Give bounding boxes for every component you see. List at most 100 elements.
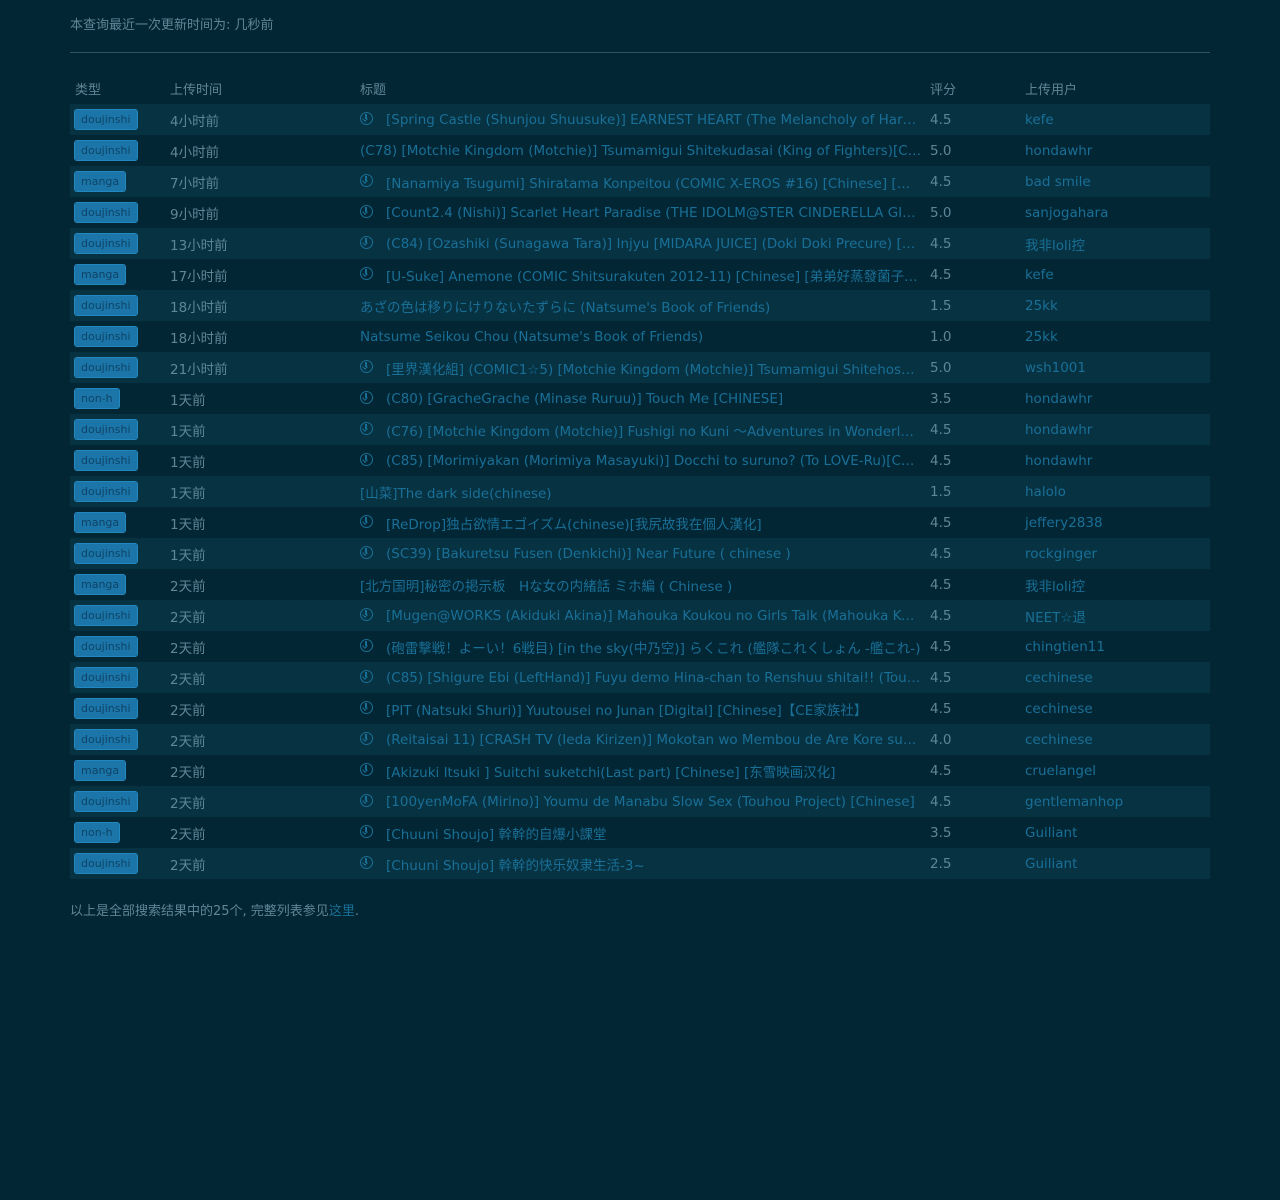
uploader-link[interactable]: Guiliant — [1025, 856, 1077, 872]
title-link[interactable]: あざの色は移りにけりないたずらに (Natsume's Book of Frie… — [360, 296, 770, 316]
download-circle-icon[interactable] — [360, 825, 373, 838]
title-link[interactable]: (C85) [Morimiyakan (Morimiya Masayuki)] … — [386, 453, 921, 469]
uploader-link[interactable]: gentlemanhop — [1025, 794, 1123, 810]
score-cell: 4.5 — [930, 700, 952, 717]
uploader-link[interactable]: cechinese — [1025, 701, 1093, 717]
download-circle-icon[interactable] — [360, 670, 373, 683]
uploader-link[interactable]: rockginger — [1025, 546, 1097, 562]
title-link[interactable]: Natsume Seikou Chou (Natsume's Book of F… — [360, 329, 703, 345]
title-link[interactable]: [Count2.4 (Nishi)] Scarlet Heart Paradis… — [386, 205, 921, 221]
uploader-link[interactable]: NEET☆退 — [1025, 610, 1086, 626]
category-badge[interactable]: doujinshi — [74, 667, 138, 688]
category-badge[interactable]: manga — [73, 171, 127, 192]
title-link[interactable]: (C78) [Motchie Kingdom (Motchie)] Tsumam… — [360, 143, 925, 159]
uploader-link[interactable]: chingtien11 — [1025, 639, 1105, 655]
download-circle-icon[interactable] — [360, 701, 373, 714]
download-circle-icon[interactable] — [360, 112, 373, 125]
full-list-link[interactable]: 这里 — [329, 904, 355, 919]
download-circle-icon[interactable] — [360, 422, 373, 435]
title-link[interactable]: [Chuuni Shoujo] 幹幹的快乐奴隶生活-3~ — [386, 854, 645, 874]
download-circle-icon[interactable] — [360, 732, 373, 745]
category-badge[interactable]: doujinshi — [74, 791, 138, 812]
uploader-link[interactable]: cruelangel — [1025, 763, 1096, 779]
category-badge[interactable]: doujinshi — [74, 109, 138, 130]
uploader-link[interactable]: 25kk — [1025, 298, 1058, 314]
title-link[interactable]: [里界漢化組] (COMIC1☆5) [Motchie Kingdom (Mot… — [386, 358, 921, 378]
title-link[interactable]: (C80) [GracheGrache (Minase Ruruu)] Touc… — [386, 391, 783, 407]
category-badge[interactable]: doujinshi — [74, 357, 138, 378]
uploader-link[interactable]: 我非loli控 — [1025, 579, 1085, 595]
title-link[interactable]: (C76) [Motchie Kingdom (Motchie)] Fushig… — [386, 420, 921, 440]
uploader-link[interactable]: 25kk — [1025, 329, 1058, 345]
uploader-link[interactable]: jeffery2838 — [1025, 515, 1103, 531]
uploader-link[interactable]: hondawhr — [1025, 143, 1092, 159]
uploader-link[interactable]: hondawhr — [1025, 391, 1092, 407]
title-link[interactable]: [Chuuni Shoujo] 幹幹的自爆小課堂 — [386, 823, 606, 843]
uploader-cell: Guiliant — [1020, 848, 1210, 879]
category-badge[interactable]: doujinshi — [74, 543, 138, 564]
title-link[interactable]: [Akizuki Itsuki ] Suitchi suketchi(Last … — [386, 761, 836, 781]
uploader-link[interactable]: cechinese — [1025, 670, 1093, 686]
title-link[interactable]: [100yenMoFA (Mirino)] Youmu de Manabu Sl… — [386, 794, 915, 810]
download-circle-icon[interactable] — [360, 236, 373, 249]
uploader-link[interactable]: sanjogahara — [1025, 205, 1108, 221]
category-badge[interactable]: doujinshi — [74, 419, 138, 440]
category-badge[interactable]: manga — [73, 760, 127, 781]
category-badge[interactable]: doujinshi — [74, 605, 138, 626]
category-badge[interactable]: doujinshi — [74, 202, 138, 223]
title-link[interactable]: [北方国明]秘密の掲示板 Hな女の内緒話 ミホ編 ( Chinese ) — [360, 575, 732, 595]
download-circle-icon[interactable] — [360, 205, 373, 218]
title-link[interactable]: [Spring Castle (Shunjou Shuusuke)] EARNE… — [386, 112, 921, 128]
upload-time-cell: 2天前 — [170, 764, 206, 781]
category-badge[interactable]: doujinshi — [74, 233, 138, 254]
uploader-link[interactable]: hondawhr — [1025, 422, 1092, 438]
download-circle-icon[interactable] — [360, 453, 373, 466]
category-badge[interactable]: non-h — [74, 822, 120, 843]
category-badge[interactable]: doujinshi — [74, 326, 138, 347]
title-link[interactable]: (砲雷撃戦！よーい！6戦目) [in the sky(中乃空)] らくこれ (艦… — [386, 637, 921, 657]
title-link[interactable]: [U-Suke] Anemone (COMIC Shitsurakuten 20… — [386, 265, 921, 285]
title-link[interactable]: (Reitaisai 11) [CRASH TV (Ieda Kirizen)]… — [386, 732, 921, 748]
download-circle-icon[interactable] — [360, 391, 373, 404]
category-badge[interactable]: doujinshi — [74, 140, 138, 161]
title-link[interactable]: (SC39) [Bakuretsu Fusen (Denkichi)] Near… — [386, 546, 791, 562]
category-badge[interactable]: doujinshi — [74, 729, 138, 750]
category-badge[interactable]: manga — [73, 264, 127, 285]
category-badge[interactable]: doujinshi — [74, 450, 138, 471]
category-badge[interactable]: doujinshi — [74, 481, 138, 502]
category-badge[interactable]: doujinshi — [74, 636, 138, 657]
title-link[interactable]: [Nanamiya Tsugumi] Shiratama Konpeitou (… — [386, 172, 921, 192]
category-badge[interactable]: manga — [73, 512, 127, 533]
title-link[interactable]: [PIT (Natsuki Shuri)] Yuutousei no Junan… — [386, 699, 867, 719]
download-circle-icon[interactable] — [360, 515, 373, 528]
title-link[interactable]: (C84) [Ozashiki (Sunagawa Tara)] Injyu [… — [386, 236, 921, 252]
uploader-link[interactable]: bad smile — [1025, 174, 1091, 190]
download-circle-icon[interactable] — [360, 608, 373, 621]
uploader-link[interactable]: Guiliant — [1025, 825, 1077, 841]
uploader-link[interactable]: wsh1001 — [1025, 360, 1086, 376]
type-cell: doujinshi — [70, 445, 165, 476]
download-circle-icon[interactable] — [360, 267, 373, 280]
download-circle-icon[interactable] — [360, 360, 373, 373]
download-circle-icon[interactable] — [360, 856, 373, 869]
download-circle-icon[interactable] — [360, 174, 373, 187]
uploader-link[interactable]: kefe — [1025, 112, 1054, 128]
uploader-link[interactable]: 我非loli控 — [1025, 238, 1085, 254]
title-link[interactable]: [Mugen@WORKS (Akiduki Akina)] Mahouka Ko… — [386, 608, 921, 624]
title-link[interactable]: [ReDrop]独占欲情エゴイズム(chinese)[我尻故我在個人漢化] — [386, 513, 762, 533]
category-badge[interactable]: doujinshi — [74, 295, 138, 316]
download-circle-icon[interactable] — [360, 763, 373, 776]
category-badge[interactable]: manga — [73, 574, 127, 595]
category-badge[interactable]: doujinshi — [74, 853, 138, 874]
download-circle-icon[interactable] — [360, 794, 373, 807]
uploader-link[interactable]: cechinese — [1025, 732, 1093, 748]
uploader-link[interactable]: halolo — [1025, 484, 1066, 500]
title-link[interactable]: [山菜]The dark side(chinese) — [360, 482, 552, 502]
download-circle-icon[interactable] — [360, 546, 373, 559]
category-badge[interactable]: doujinshi — [74, 698, 138, 719]
download-circle-icon[interactable] — [360, 639, 373, 652]
uploader-link[interactable]: kefe — [1025, 267, 1054, 283]
uploader-link[interactable]: hondawhr — [1025, 453, 1092, 469]
category-badge[interactable]: non-h — [74, 388, 120, 409]
title-link[interactable]: (C85) [Shigure Ebi (LeftHand)] Fuyu demo… — [386, 670, 921, 686]
